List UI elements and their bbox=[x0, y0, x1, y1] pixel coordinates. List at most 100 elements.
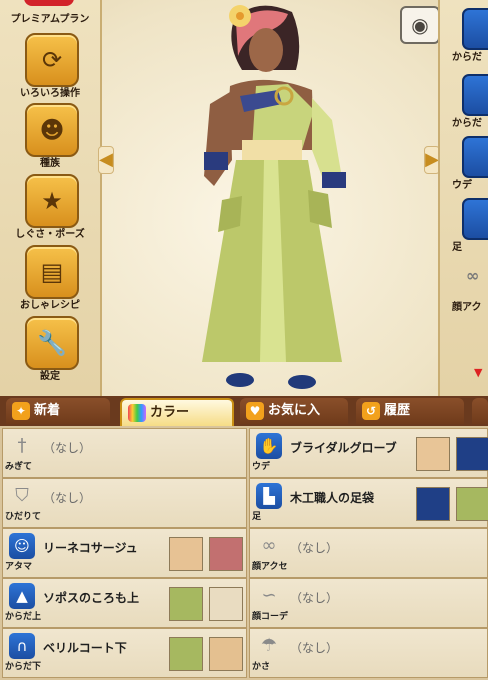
item-name: （なし） bbox=[43, 441, 92, 455]
item-name: 木工職人の足袋 bbox=[290, 491, 375, 505]
race-icon: ☻ bbox=[39, 116, 65, 144]
color-swatch-1[interactable] bbox=[169, 637, 203, 671]
refresh-icon: ⟳ bbox=[41, 46, 63, 74]
item-name: ソポスのころも上 bbox=[43, 591, 140, 605]
chevron-right-icon: ▶ bbox=[425, 149, 439, 170]
tab-new-label: 新着 bbox=[34, 403, 61, 418]
tab-history[interactable]: ↺ 履歴 bbox=[356, 398, 464, 424]
menu-button-recipe[interactable]: ▤ bbox=[25, 245, 79, 299]
slot-label: 顔アクセ bbox=[252, 562, 288, 572]
camera-icon: ◉ bbox=[411, 13, 429, 37]
tab-color[interactable]: ■ カラー bbox=[120, 398, 234, 426]
face-icon: ∽ bbox=[261, 585, 277, 606]
wrench-icon: 🔧 bbox=[37, 329, 67, 357]
tab-bar: ✦ 新着 ■ カラー ♥ お気に入 ↺ 履歴 bbox=[0, 396, 488, 426]
pants-icon: ∩ bbox=[9, 633, 35, 659]
boot-icon: ▙ bbox=[256, 483, 282, 509]
item-name: （なし） bbox=[43, 491, 92, 505]
rainbow-icon: ■ bbox=[128, 403, 146, 422]
item-name: ブライダルグローブ bbox=[290, 441, 397, 455]
equip-slot-face-accessory[interactable]: ∞ 顔アクセ （なし） bbox=[249, 528, 488, 578]
equipment-list: † みぎて （なし） ⛉ ひだりて （なし） ☺ アタマ リーネコサージュ ▲ … bbox=[0, 426, 488, 680]
heart-icon: ♥ bbox=[246, 401, 264, 420]
menu-label-pose: しぐさ・ポーズ bbox=[15, 229, 85, 240]
right-menu-button-body-top[interactable] bbox=[462, 8, 488, 50]
item-name: （なし） bbox=[290, 541, 339, 555]
character-preview: プレミアムプラン ⟳ いろいろ操作 ☻ 種族 ★ しぐさ・ポーズ ▤ おしゃレシ… bbox=[0, 0, 488, 396]
slot-label: ひだりて bbox=[5, 512, 42, 522]
menu-button-pose[interactable]: ★ bbox=[25, 174, 79, 228]
slot-label: みぎて bbox=[5, 462, 33, 472]
menu-label-premium: プレミアムプラン bbox=[10, 14, 90, 25]
color-swatch-2[interactable] bbox=[209, 537, 243, 571]
character-avatar bbox=[202, 5, 346, 389]
tab-favorites[interactable]: ♥ お気に入 bbox=[240, 398, 348, 424]
equip-slot-body-bottom[interactable]: ∩ からだ下 ベリルコート下 bbox=[2, 628, 247, 678]
book-icon: ▤ bbox=[40, 258, 64, 286]
slot-label: アタマ bbox=[5, 562, 33, 572]
item-name: （なし） bbox=[290, 591, 339, 605]
color-swatch-1[interactable] bbox=[416, 487, 450, 521]
right-menu-label-1: からだ bbox=[452, 52, 482, 63]
menu-button-actions[interactable]: ⟳ bbox=[25, 33, 79, 87]
slot-label: かさ bbox=[252, 662, 271, 672]
premium-icon[interactable] bbox=[24, 0, 74, 6]
right-menu-label-4: 足 bbox=[452, 242, 462, 253]
shield-icon: ⛉ bbox=[15, 485, 29, 506]
umbrella-icon: ☂ bbox=[260, 635, 278, 656]
right-menu-label-5: 顔アク bbox=[452, 302, 482, 313]
equip-slot-head[interactable]: ☺ アタマ リーネコサージュ bbox=[2, 528, 247, 578]
scroll-down-icon[interactable]: ▼ bbox=[474, 366, 482, 379]
menu-label-race: 種族 bbox=[40, 158, 60, 169]
slot-label: 顔コーデ bbox=[252, 612, 289, 622]
glasses-icon: ∞ bbox=[261, 535, 277, 556]
slot-label: からだ下 bbox=[5, 662, 42, 672]
star-icon: ★ bbox=[41, 187, 63, 215]
history-icon: ↺ bbox=[362, 401, 380, 420]
color-swatch-1[interactable] bbox=[169, 587, 203, 621]
rotate-left-button[interactable]: ◀ bbox=[98, 146, 114, 174]
slot-label: 足 bbox=[252, 512, 262, 522]
menu-button-race[interactable]: ☻ bbox=[25, 103, 79, 157]
tab-history-label: 履歴 bbox=[384, 403, 411, 418]
menu-label-recipe: おしゃレシピ bbox=[20, 300, 80, 311]
tab-color-label: カラー bbox=[150, 405, 190, 420]
item-name: ベリルコート下 bbox=[43, 641, 127, 655]
color-swatch-2[interactable] bbox=[209, 637, 243, 671]
menu-label-settings: 設定 bbox=[40, 371, 60, 382]
sword-icon: † bbox=[17, 435, 27, 456]
shirt-icon: ▲ bbox=[9, 583, 35, 609]
item-name: リーネコサージュ bbox=[43, 541, 138, 555]
equip-slot-face-coordinate[interactable]: ∽ 顔コーデ （なし） bbox=[249, 578, 488, 628]
camera-button[interactable]: ◉ bbox=[400, 6, 440, 44]
slot-label: からだ上 bbox=[5, 612, 42, 622]
equip-slot-right-hand[interactable]: † みぎて （なし） bbox=[2, 428, 247, 478]
equip-slot-umbrella[interactable]: ☂ かさ （なし） bbox=[249, 628, 488, 678]
tab-overflow[interactable] bbox=[472, 398, 488, 424]
right-menu-label-3: ウデ bbox=[452, 180, 472, 191]
slot-label: ウデ bbox=[252, 462, 271, 472]
glove-icon: ✋ bbox=[256, 433, 282, 459]
right-menu-label-2: からだ bbox=[452, 118, 482, 129]
right-menu-button-feet[interactable] bbox=[462, 198, 488, 240]
color-swatch-1[interactable] bbox=[169, 537, 203, 571]
right-menu-button-arms[interactable] bbox=[462, 136, 488, 178]
color-swatch-2[interactable] bbox=[456, 487, 488, 521]
menu-button-settings[interactable]: 🔧 bbox=[25, 316, 79, 370]
left-menu: プレミアムプラン ⟳ いろいろ操作 ☻ 種族 ★ しぐさ・ポーズ ▤ おしゃレシ… bbox=[0, 0, 102, 396]
color-swatch-2[interactable] bbox=[456, 437, 488, 471]
chevron-left-icon: ◀ bbox=[99, 149, 113, 170]
color-swatch-1[interactable] bbox=[416, 437, 450, 471]
item-name: （なし） bbox=[290, 641, 339, 655]
tab-favorites-label: お気に入 bbox=[268, 403, 321, 418]
tab-new[interactable]: ✦ 新着 bbox=[6, 398, 110, 424]
right-menu-button-body-bottom[interactable] bbox=[462, 74, 488, 116]
equip-slot-arms[interactable]: ✋ ウデ ブライダルグローブ bbox=[249, 428, 488, 478]
equip-slot-body-top[interactable]: ▲ からだ上 ソポスのころも上 bbox=[2, 578, 247, 628]
color-swatch-2[interactable] bbox=[209, 587, 243, 621]
glasses-icon[interactable]: ∞ bbox=[466, 266, 479, 285]
menu-label-actions: いろいろ操作 bbox=[20, 88, 80, 99]
sparkle-icon: ✦ bbox=[12, 401, 30, 420]
equip-slot-left-hand[interactable]: ⛉ ひだりて （なし） bbox=[2, 478, 247, 528]
equip-slot-feet[interactable]: ▙ 足 木工職人の足袋 bbox=[249, 478, 488, 528]
